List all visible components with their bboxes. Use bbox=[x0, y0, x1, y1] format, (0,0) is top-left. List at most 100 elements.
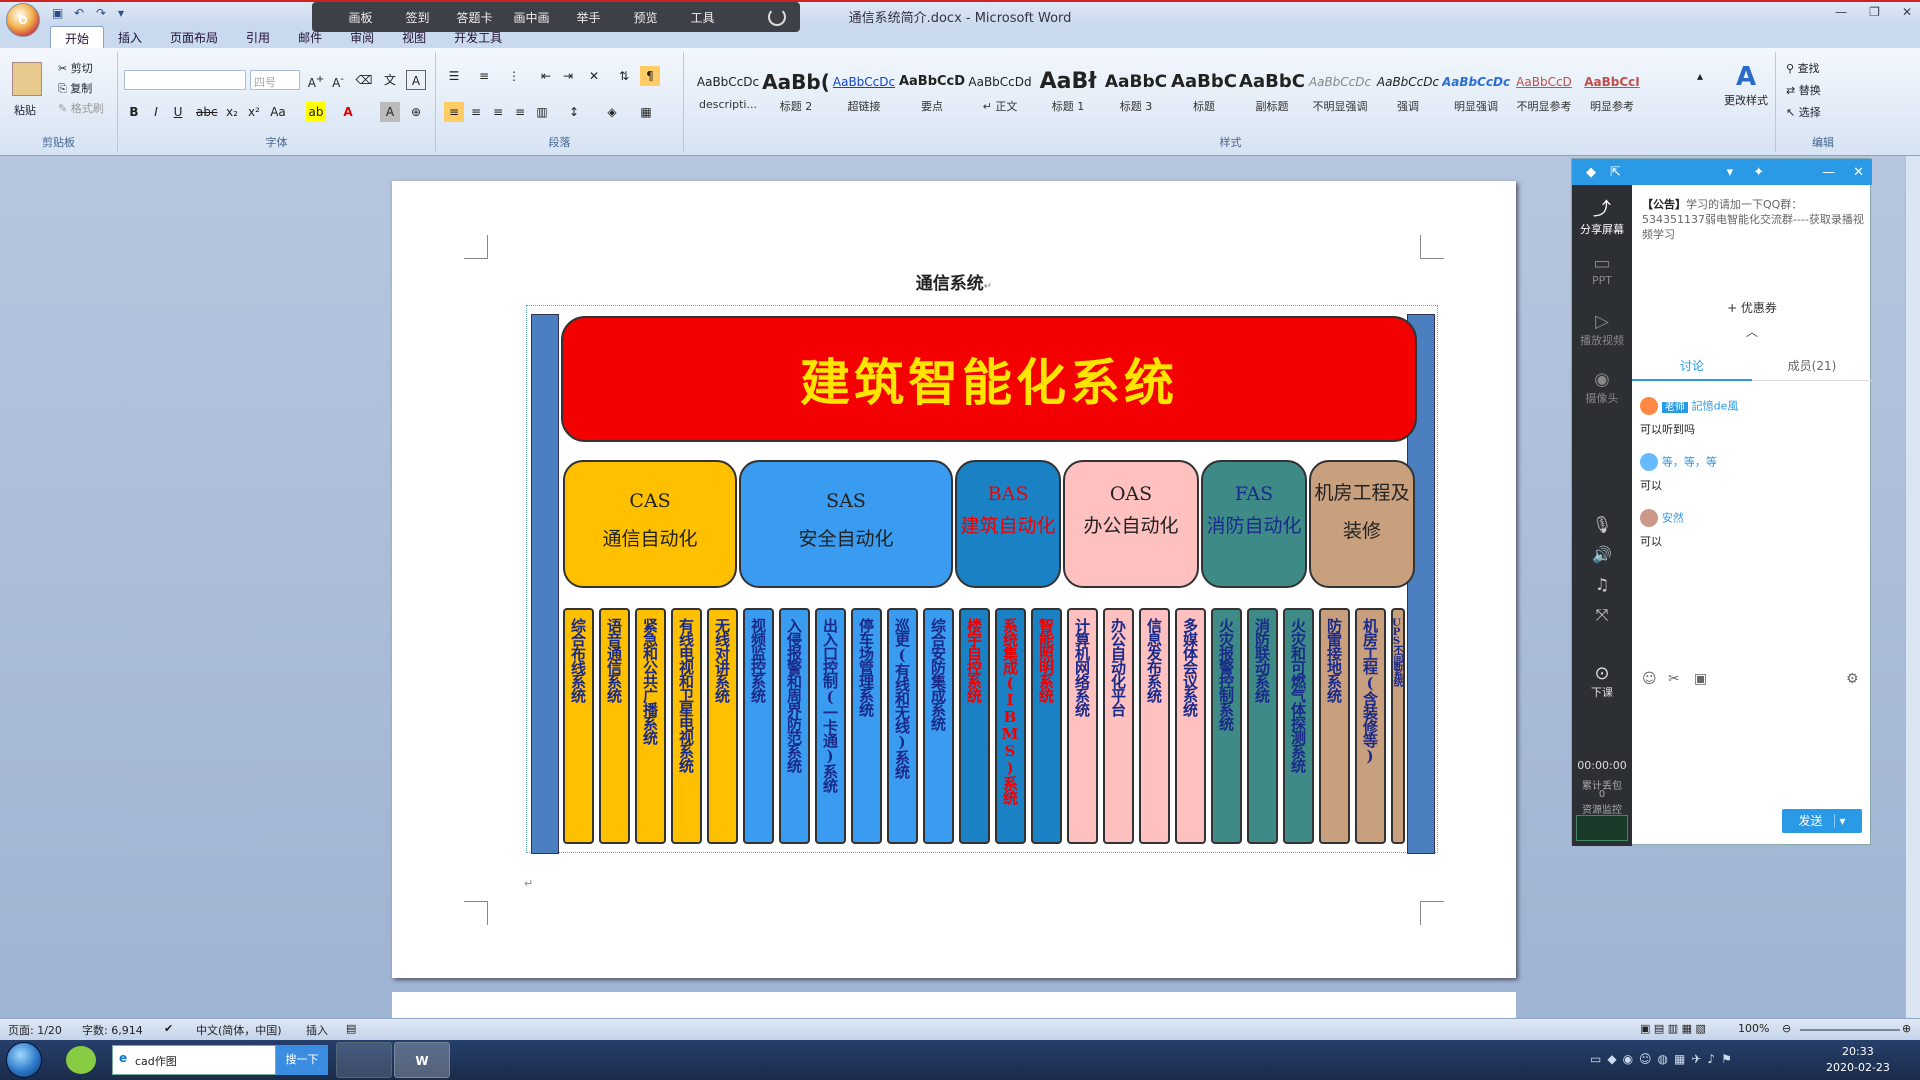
music-icon[interactable]: ♫ bbox=[1572, 575, 1632, 594]
insert-mode[interactable]: 插入 bbox=[306, 1022, 328, 1038]
shading-button[interactable]: ◈ bbox=[602, 102, 622, 122]
replace-button[interactable]: ⇄ 替换 bbox=[1786, 82, 1821, 98]
image-icon[interactable]: ▣ bbox=[1694, 671, 1707, 687]
change-case-button[interactable]: Aa bbox=[268, 102, 288, 122]
grow-font-button[interactable]: A+ bbox=[306, 70, 326, 90]
dropdown-icon[interactable]: ▾ bbox=[1727, 165, 1734, 180]
speaker-icon[interactable]: 🔊 bbox=[1572, 545, 1632, 564]
app-icon[interactable] bbox=[66, 1046, 96, 1074]
phonetic-button[interactable]: 文 bbox=[380, 70, 400, 90]
collapse-icon[interactable]: ︿ bbox=[1632, 323, 1872, 340]
align-left-button[interactable]: ≡ bbox=[444, 102, 464, 122]
style-item[interactable]: AaBbCcD 要点 bbox=[898, 66, 966, 122]
emoji-icon[interactable]: ☺ bbox=[1642, 671, 1657, 687]
chinese-layout-button[interactable]: ✕ bbox=[584, 66, 604, 86]
close-chat-icon[interactable]: ✕ bbox=[1853, 165, 1864, 180]
style-item[interactable]: AaBbCcDc 明显强调 bbox=[1442, 66, 1510, 122]
search-box[interactable]: e cad作图 bbox=[112, 1045, 276, 1075]
chat-input[interactable] bbox=[1636, 693, 1868, 793]
page-indicator[interactable]: 页面: 1/20 bbox=[8, 1022, 62, 1038]
tray-icons[interactable]: ▭◆◉☺◍▦✈♪⚑ bbox=[1590, 1052, 1738, 1066]
copy-button[interactable]: ⎘ 复制 bbox=[58, 80, 92, 96]
style-item[interactable]: AaBbCcI 明显参考 bbox=[1578, 66, 1646, 122]
font-name-field[interactable] bbox=[124, 70, 246, 90]
tab-discuss[interactable]: 讨论 bbox=[1632, 351, 1752, 381]
underline-button[interactable]: U bbox=[168, 102, 188, 122]
increase-indent-button[interactable]: ⇥ bbox=[558, 66, 578, 86]
power-icon[interactable] bbox=[768, 8, 786, 26]
find-button[interactable]: ⚲ 查找 bbox=[1786, 60, 1820, 76]
zoom-out-icon[interactable]: ⊖ bbox=[1782, 1022, 1791, 1035]
tab-insert[interactable]: 插入 bbox=[104, 26, 156, 48]
char-shading-button[interactable]: A bbox=[380, 102, 400, 122]
style-item[interactable]: AaBbCcDc descripti... bbox=[694, 66, 762, 122]
style-item[interactable]: AaBł 标题 1 bbox=[1034, 66, 1102, 122]
change-styles-button[interactable]: A 更改样式 bbox=[1716, 62, 1776, 108]
search-button[interactable]: 搜一下 bbox=[276, 1045, 328, 1075]
line-spacing-button[interactable]: ↕ bbox=[564, 102, 584, 122]
class-tool-signin[interactable]: 签到 bbox=[389, 9, 446, 26]
zoom-level[interactable]: 100% bbox=[1738, 1022, 1769, 1035]
mic-icon[interactable]: 🎙 bbox=[1572, 515, 1632, 534]
share-screen-button[interactable]: ⤴ 分享屏幕 bbox=[1572, 195, 1632, 237]
bold-button[interactable]: B bbox=[124, 102, 144, 122]
system-diagram[interactable]: 建筑智能化系统 CAS 通信自动化 SAS 安全自动化 BAS 建筑自动化 OAS 办公… bbox=[526, 305, 1438, 854]
coupon-button[interactable]: + 优惠券 bbox=[1632, 299, 1872, 316]
fullscreen-icon[interactable]: ⤧ bbox=[1572, 605, 1632, 625]
style-item[interactable]: AaBbC 标题 3 bbox=[1102, 66, 1170, 122]
style-item[interactable]: AaBbCcDc 强调 bbox=[1374, 66, 1442, 122]
font-size-field[interactable]: 四号 bbox=[250, 70, 300, 90]
tab-references[interactable]: 引用 bbox=[232, 26, 284, 48]
maximize-button[interactable]: ❐ bbox=[1869, 5, 1880, 19]
popout-icon[interactable]: ⇱ bbox=[1610, 165, 1621, 180]
settings-icon[interactable]: ⚙ bbox=[1846, 671, 1859, 687]
style-item[interactable]: AaBbCcDc 超链接 bbox=[830, 66, 898, 122]
strikethrough-button[interactable]: abc bbox=[196, 102, 218, 122]
highlight-button[interactable]: ab bbox=[306, 102, 326, 122]
style-item[interactable]: AaBb(标题 2 bbox=[762, 66, 830, 122]
send-button[interactable]: 发送 ▾ bbox=[1782, 809, 1862, 833]
close-button[interactable]: ✕ bbox=[1902, 5, 1912, 19]
distributed-button[interactable]: ▥ bbox=[532, 102, 552, 122]
style-item[interactable]: AaBbCcDd ↵ 正文 bbox=[966, 66, 1034, 122]
play-video-button[interactable]: ▷ 播放视频 bbox=[1572, 311, 1632, 348]
scissors-icon[interactable]: ✂ bbox=[1668, 671, 1680, 687]
bullets-button[interactable]: ☰ bbox=[444, 66, 464, 86]
italic-button[interactable]: I bbox=[146, 102, 166, 122]
end-class-button[interactable]: ⊙ 下课 bbox=[1572, 663, 1632, 700]
class-tool-pip[interactable]: 画中画 bbox=[503, 9, 560, 26]
minimize-button[interactable]: — bbox=[1835, 5, 1847, 19]
styles-scroll-icon[interactable]: ▴ bbox=[1690, 66, 1710, 86]
ppt-button[interactable]: ▭ PPT bbox=[1572, 253, 1632, 287]
font-color-button[interactable]: A bbox=[338, 102, 358, 122]
decrease-indent-button[interactable]: ⇤ bbox=[536, 66, 556, 86]
sort-button[interactable]: ⇅ bbox=[614, 66, 634, 86]
zoom-slider[interactable] bbox=[1800, 1029, 1900, 1031]
word-count[interactable]: 字数: 6,914 bbox=[82, 1022, 143, 1038]
send-options-icon[interactable]: ▾ bbox=[1834, 814, 1846, 828]
show-marks-button[interactable]: ¶ bbox=[640, 66, 660, 86]
borders-button[interactable]: ▦ bbox=[636, 102, 656, 122]
enclose-char-button[interactable]: ⊕ bbox=[406, 102, 426, 122]
align-center-button[interactable]: ≡ bbox=[466, 102, 486, 122]
minimize-chat-icon[interactable]: — bbox=[1822, 165, 1835, 180]
subscript-button[interactable]: x₂ bbox=[222, 102, 242, 122]
style-item[interactable]: AaBbC 副标题 bbox=[1238, 66, 1306, 122]
paste-button[interactable]: 粘贴 bbox=[14, 102, 36, 118]
style-item[interactable]: AaBbC 标题 bbox=[1170, 66, 1238, 122]
class-tool-tools[interactable]: 工具 bbox=[674, 9, 731, 26]
superscript-button[interactable]: x² bbox=[244, 102, 264, 122]
clear-format-button[interactable]: ⌫ bbox=[354, 70, 374, 90]
char-border-button[interactable]: A bbox=[406, 70, 426, 90]
tab-page-layout[interactable]: 页面布局 bbox=[156, 26, 232, 48]
word-taskbar-icon[interactable]: W bbox=[394, 1042, 450, 1078]
cut-button[interactable]: ✂ 剪切 bbox=[58, 60, 93, 76]
document-page[interactable]: 通信系统↵ ↵ 建筑智能化系统 CAS 通信自动化 SAS 安全自动化 BAS 建筑自… bbox=[392, 181, 1516, 978]
class-tool-preview[interactable]: 预览 bbox=[617, 9, 674, 26]
align-right-button[interactable]: ≡ bbox=[488, 102, 508, 122]
taskbar-app[interactable] bbox=[336, 1042, 392, 1078]
vertical-scrollbar[interactable] bbox=[1905, 156, 1920, 1018]
zoom-in-icon[interactable]: ⊕ bbox=[1902, 1022, 1911, 1035]
pin-icon[interactable]: ✦ bbox=[1753, 165, 1764, 180]
tab-home[interactable]: 开始 bbox=[50, 26, 105, 48]
